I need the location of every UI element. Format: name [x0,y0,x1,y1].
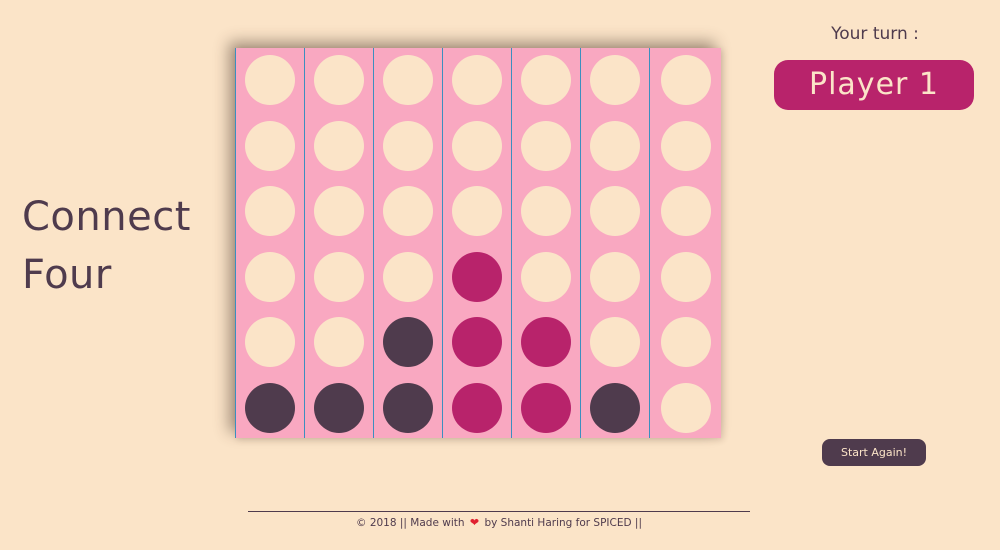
board-column-1[interactable] [235,48,304,438]
player2-disc [314,382,364,433]
empty-slot [590,186,640,237]
empty-slot [245,120,295,171]
empty-slot [660,186,711,237]
empty-slot [521,120,571,171]
player2-disc [590,382,640,433]
empty-slot [314,55,364,105]
game-title-line-1: Connect [22,194,191,240]
empty-slot [452,120,502,171]
game-page: Connect Four Your turn : Player 1 Start … [0,0,1000,550]
empty-slot [245,55,295,105]
heart-icon: ❤ [469,516,480,529]
board-column-3[interactable] [373,48,442,438]
game-title-line-2: Four [22,252,112,298]
empty-slot [521,186,571,237]
empty-slot [383,186,433,237]
player2-disc [383,317,433,368]
empty-slot [314,317,364,368]
empty-slot [660,120,711,171]
empty-slot [590,317,640,368]
player1-disc [452,317,502,368]
empty-slot [452,55,502,105]
empty-slot [660,382,711,433]
player1-disc [452,251,502,302]
empty-slot [590,120,640,171]
empty-slot [314,251,364,302]
board-column-5[interactable] [511,48,580,438]
empty-slot [590,55,640,105]
player2-disc [383,382,433,433]
empty-slot [521,251,571,302]
empty-slot [245,251,295,302]
empty-slot [660,55,711,105]
footer-text-start: © 2018 || Made with [355,517,465,529]
empty-slot [660,251,711,302]
empty-slot [383,251,433,302]
empty-slot [521,55,571,105]
empty-slot [452,186,502,237]
empty-slot [590,251,640,302]
board-column-7[interactable] [649,48,721,438]
player2-disc [245,382,295,433]
empty-slot [314,120,364,171]
player1-disc [452,382,502,433]
footer-divider [248,511,750,512]
game-title: Connect Four [22,188,222,304]
empty-slot [383,120,433,171]
footer-text-end: by Shanti Haring for SPICED || [484,517,642,529]
empty-slot [383,55,433,105]
board-column-4[interactable] [442,48,511,438]
empty-slot [660,317,711,368]
player1-disc [521,382,571,433]
board-column-2[interactable] [304,48,373,438]
current-player-badge: Player 1 [774,60,974,110]
empty-slot [245,186,295,237]
board-column-6[interactable] [580,48,649,438]
empty-slot [245,317,295,368]
footer: © 2018 || Made with ❤ by Shanti Haring f… [248,516,750,529]
empty-slot [314,186,364,237]
game-board [235,48,721,438]
player1-disc [521,317,571,368]
start-again-button[interactable]: Start Again! [822,439,926,466]
turn-label: Your turn : [831,24,919,44]
